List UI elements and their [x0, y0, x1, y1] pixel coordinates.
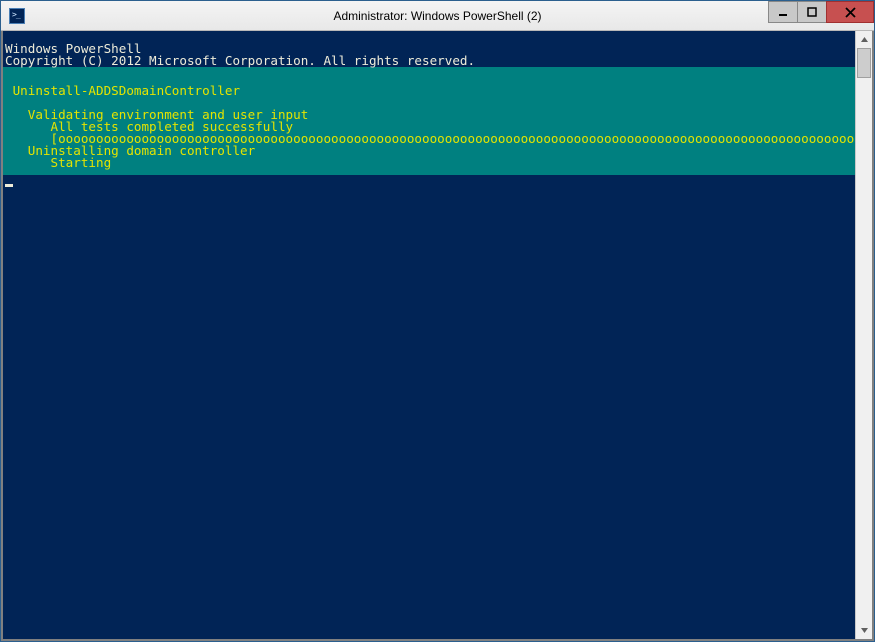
window-controls [769, 1, 874, 23]
maximize-button[interactable] [797, 1, 827, 23]
progress-uninstall-label: Uninstalling domain controller [3, 145, 855, 157]
scroll-down-button[interactable] [856, 622, 872, 639]
scroll-thumb[interactable] [857, 48, 871, 78]
progress-uninstall-status: Starting [3, 157, 855, 169]
powershell-window: Administrator: Windows PowerShell (2) Wi… [0, 0, 875, 642]
titlebar[interactable]: Administrator: Windows PowerShell (2) [1, 1, 874, 31]
window-title: Administrator: Windows PowerShell (2) [333, 9, 541, 23]
text-cursor [5, 184, 13, 187]
powershell-icon [9, 8, 25, 24]
close-button[interactable] [826, 1, 874, 23]
progress-block: Uninstall-ADDSDomainController Validatin… [3, 67, 855, 175]
scroll-up-button[interactable] [856, 31, 872, 48]
progress-command: Uninstall-ADDSDomainController [3, 85, 855, 97]
minimize-button[interactable] [768, 1, 798, 23]
console-output[interactable]: Windows PowerShellCopyright (C) 2012 Mic… [3, 31, 855, 639]
vertical-scrollbar[interactable] [855, 31, 872, 639]
console-header-line: Copyright (C) 2012 Microsoft Corporation… [3, 55, 855, 67]
console-area: Windows PowerShellCopyright (C) 2012 Mic… [1, 31, 874, 641]
